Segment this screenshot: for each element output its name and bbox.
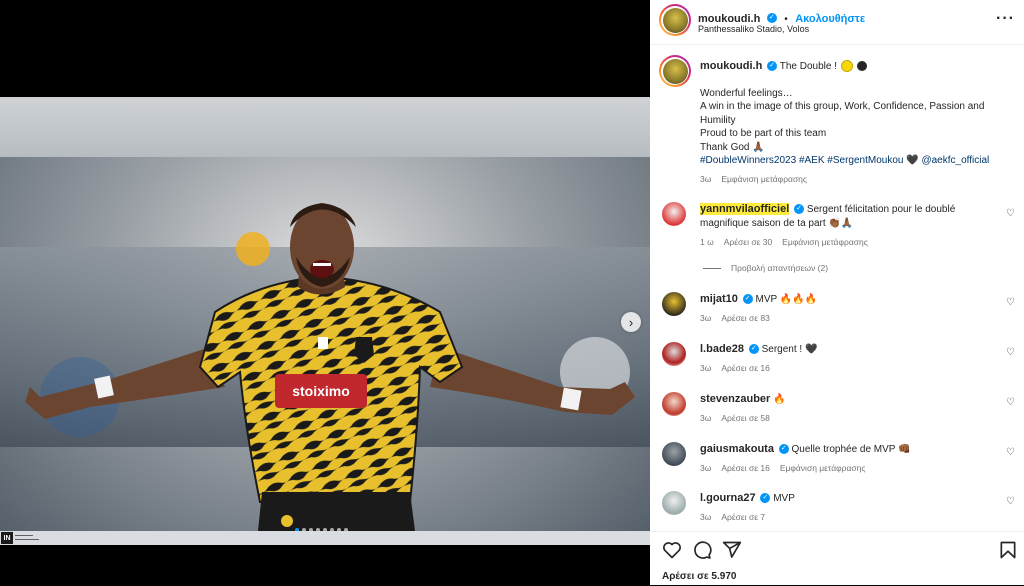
caption-username[interactable]: moukoudi.h: [700, 60, 762, 72]
commenter-username[interactable]: gaiusmakouta: [700, 443, 774, 455]
commenter-avatar[interactable]: [662, 202, 686, 226]
comment-likes[interactable]: Αρέσει σε 30: [724, 237, 772, 247]
post-header: moukoudi.h ✓ • Ακολουθήστε Panthessaliko…: [650, 0, 1024, 45]
commenter-username[interactable]: yannmvilaofficiel: [700, 203, 790, 215]
share-icon[interactable]: [722, 540, 742, 560]
like-comment-heart-icon[interactable]: ♡: [1006, 496, 1015, 507]
post-location[interactable]: Panthessaliko Stadio, Volos: [698, 24, 809, 34]
see-translation-link[interactable]: Εμφάνιση μετάφρασης: [721, 174, 807, 184]
caption-hashtags[interactable]: #DoubleWinners2023 #AEK #SergentMoukou 🖤…: [700, 154, 1015, 168]
comment-meta: 3ω Αρέσει σε 7: [700, 512, 775, 522]
verified-icon: ✓: [742, 294, 753, 305]
verified-icon: ✓: [766, 12, 777, 23]
yellow-circle-icon: [840, 60, 853, 73]
author-avatar[interactable]: [659, 4, 691, 36]
verified-icon: ✓: [794, 204, 805, 215]
comment-text: Sergent ! 🖤: [761, 344, 818, 355]
comment-meta: 3ω Αρέσει σε 83: [700, 313, 780, 323]
comment-time: 3ω: [700, 413, 712, 423]
black-circle-icon: [856, 61, 867, 72]
comment-meta: 3ω Αρέσει σε 16: [700, 363, 780, 373]
caption-line: Wonderful feelings…: [700, 87, 793, 99]
caption-title: The Double !: [779, 61, 837, 72]
like-comment-heart-icon[interactable]: ♡: [1006, 208, 1015, 219]
comment-meta: 1 ω Αρέσει σε 30 Εμφάνιση μετάφρασης: [700, 237, 868, 247]
view-replies-button[interactable]: Προβολή απαντήσεων (2): [703, 263, 828, 273]
post-photo[interactable]: stoiximo: [0, 97, 650, 531]
more-icon[interactable]: ···: [996, 10, 1015, 28]
player-figure: stoiximo: [25, 203, 635, 531]
comment-text: MVP 🔥🔥🔥: [755, 294, 818, 305]
caption-line: Thank God 🙏🏾: [700, 141, 765, 153]
instagram-post-modal: stoiximo › IN ▬▬▬▬▬▬ ▬▬▬▬▬▬▬▬ moukoudi.h…: [0, 0, 1024, 585]
comment-time: 3ω: [700, 463, 712, 473]
like-comment-heart-icon[interactable]: ♡: [1006, 397, 1015, 408]
see-translation-link[interactable]: Εμφάνιση μετάφρασης: [782, 237, 868, 247]
verified-icon: ✓: [748, 344, 759, 355]
caption-time: 3ω: [700, 173, 712, 184]
commenter-username[interactable]: stevenzauber: [700, 393, 770, 405]
post-action-bar: Αρέσει σε 5.970: [650, 531, 1024, 586]
photo-credit-strip: IN ▬▬▬▬▬▬ ▬▬▬▬▬▬▬▬: [0, 531, 650, 545]
commenter-avatar[interactable]: [662, 442, 686, 466]
post-like-count[interactable]: Αρέσει σε 5.970: [662, 571, 736, 582]
comment-text: MVP: [773, 493, 795, 504]
caption-line: Proud to be part of this team: [700, 128, 827, 139]
heart-icon[interactable]: [662, 540, 682, 560]
commenter-avatar[interactable]: [662, 292, 686, 316]
comment-text: Quelle trophée de MVP 👊🏾: [791, 444, 911, 455]
svg-text:stoiximo: stoiximo: [292, 383, 350, 399]
like-comment-heart-icon[interactable]: ♡: [1006, 447, 1015, 458]
verified-icon: ✓: [767, 61, 778, 72]
post-caption: moukoudi.h ✓ The Double ! Wonderful feel…: [700, 60, 1015, 186]
comment-meta: 3ω Αρέσει σε 16 Εμφάνιση μετάφρασης: [700, 463, 865, 473]
comment-likes[interactable]: Αρέσει σε 58: [721, 413, 769, 423]
commenter-username[interactable]: l.bade28: [700, 343, 744, 355]
like-comment-heart-icon[interactable]: ♡: [1006, 347, 1015, 358]
commenter-username[interactable]: mijat10: [700, 293, 738, 305]
credit-logo: IN: [1, 532, 13, 544]
comment-text: 🔥: [773, 394, 786, 405]
like-comment-heart-icon[interactable]: ♡: [1006, 297, 1015, 308]
comment-time: 1 ω: [700, 237, 714, 247]
post-media: stoiximo › IN ▬▬▬▬▬▬ ▬▬▬▬▬▬▬▬: [0, 0, 650, 585]
commenter-avatar[interactable]: [662, 392, 686, 416]
comment-likes[interactable]: Αρέσει σε 7: [721, 512, 765, 522]
comment-likes[interactable]: Αρέσει σε 16: [721, 363, 769, 373]
caption-avatar[interactable]: [659, 55, 691, 87]
comment-meta: 3ω Αρέσει σε 58: [700, 413, 780, 423]
caption-meta: 3ω Εμφάνιση μετάφρασης: [700, 173, 1015, 187]
comment-likes[interactable]: Αρέσει σε 16: [721, 463, 769, 473]
bookmark-icon[interactable]: [998, 540, 1018, 560]
comment-time: 3ω: [700, 512, 712, 522]
commenter-avatar[interactable]: [662, 342, 686, 366]
post-side-panel: moukoudi.h ✓ • Ακολουθήστε Panthessaliko…: [650, 0, 1024, 585]
credit-fine-print: ▬▬▬▬▬▬ ▬▬▬▬▬▬▬▬: [15, 533, 39, 541]
caption-line: A win in the image of this group, Work, …: [700, 101, 985, 126]
commenter-username[interactable]: l.gourna27: [700, 492, 756, 504]
comment-icon[interactable]: [692, 540, 712, 560]
commenter-avatar[interactable]: [662, 491, 686, 515]
comment-time: 3ω: [700, 313, 712, 323]
comment-likes[interactable]: Αρέσει σε 83: [721, 313, 769, 323]
next-image-button[interactable]: ›: [621, 312, 641, 332]
see-translation-link[interactable]: Εμφάνιση μετάφρασης: [780, 463, 866, 473]
verified-icon: ✓: [760, 493, 771, 504]
verified-icon: ✓: [778, 444, 789, 455]
comment-time: 3ω: [700, 363, 712, 373]
